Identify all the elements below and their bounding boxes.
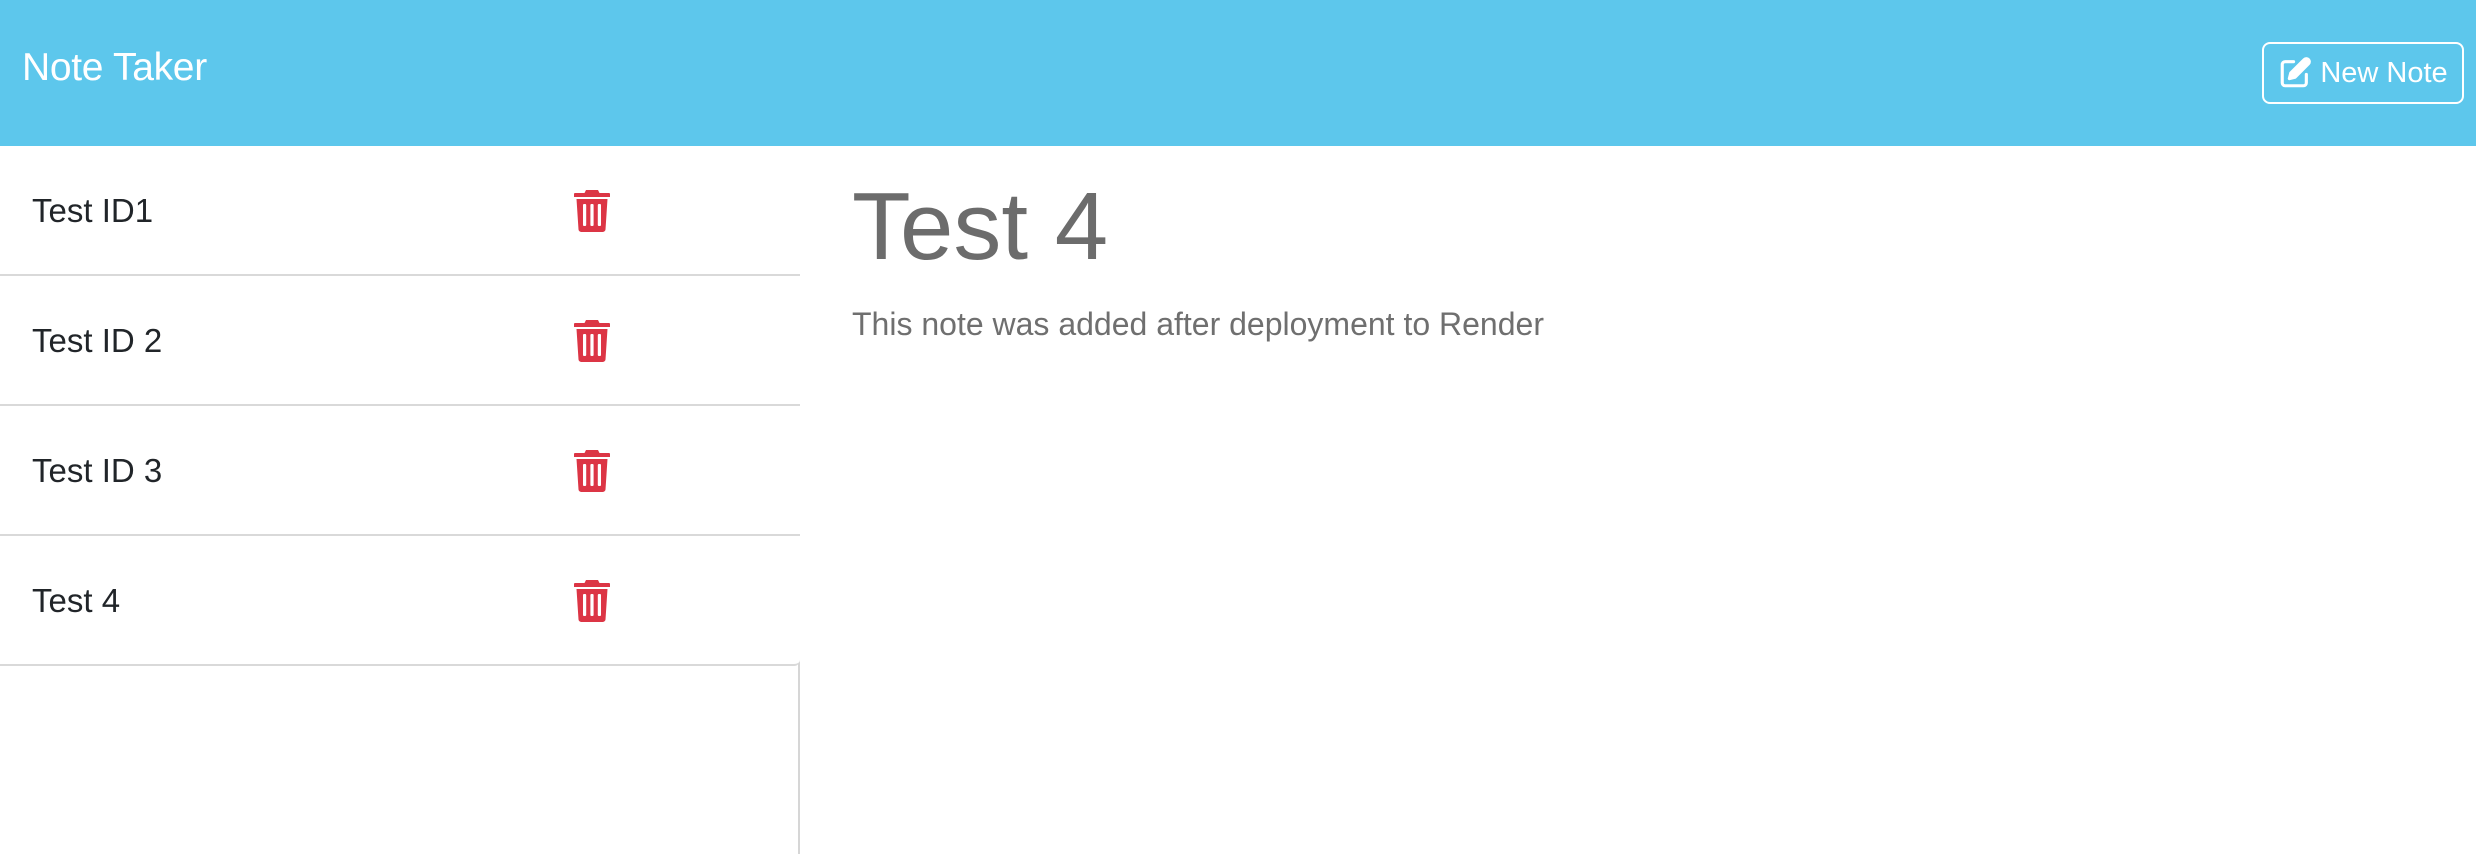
trash-icon[interactable]: [574, 190, 610, 232]
note-item-title[interactable]: Test ID 3: [32, 406, 162, 536]
new-note-button[interactable]: New Note: [2262, 42, 2464, 104]
trash-icon[interactable]: [574, 320, 610, 362]
app-title[interactable]: Note Taker: [22, 44, 207, 92]
note-sidebar: Test ID1 Test ID 2 Test ID 3 Test 4: [0, 146, 800, 854]
edit-icon: [2278, 56, 2312, 90]
list-item[interactable]: Test ID1: [0, 146, 800, 276]
new-note-label: New Note: [2320, 56, 2448, 89]
note-editor: Test 4 This note was added after deploym…: [802, 146, 2476, 854]
note-item-title[interactable]: Test ID1: [32, 146, 153, 276]
list-item[interactable]: Test 4: [0, 536, 800, 666]
note-list: Test ID1 Test ID 2 Test ID 3 Test 4: [0, 146, 800, 666]
note-item-title[interactable]: Test ID 2: [32, 276, 162, 406]
trash-icon[interactable]: [574, 450, 610, 492]
trash-icon[interactable]: [574, 580, 610, 622]
navbar: Note Taker New Note: [0, 0, 2476, 146]
list-item[interactable]: Test ID 3: [0, 406, 800, 536]
note-title-field[interactable]: Test 4: [852, 172, 1108, 282]
note-text-field[interactable]: This note was added after deployment to …: [852, 304, 1544, 344]
list-item[interactable]: Test ID 2: [0, 276, 800, 406]
note-item-title[interactable]: Test 4: [32, 536, 120, 666]
